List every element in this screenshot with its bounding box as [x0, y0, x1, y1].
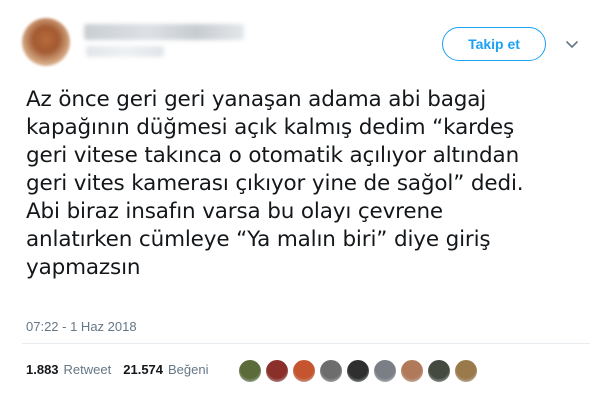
retweet-label: Retweet [63, 362, 112, 377]
divider [22, 343, 590, 344]
like-count: 21.574 [123, 362, 164, 377]
liker-avatar[interactable] [292, 359, 316, 383]
tweet-text-line: anlatırken cümleye “Ya malın biri” diye … [26, 227, 491, 252]
liker-avatar[interactable] [346, 359, 370, 383]
follow-button[interactable]: Takip et [442, 27, 546, 61]
tweet-text-line: Abi biraz insafın varsa bu olayı çevrene [26, 199, 444, 224]
liker-avatar[interactable] [238, 359, 262, 383]
tweet-text-line: Az önce geri geri yanaşan adama abi baga… [26, 87, 487, 112]
liker-avatar[interactable] [427, 359, 451, 383]
display-name-blurred[interactable] [84, 24, 244, 40]
more-options-chevron[interactable] [562, 38, 582, 52]
chevron-down-icon [566, 41, 578, 48]
like-label: Beğeni [168, 362, 209, 377]
tweet-text-line: geri vitese takınca o otomatik açılıyor … [26, 143, 520, 168]
liker-avatar[interactable] [400, 359, 424, 383]
timestamp[interactable]: 07:22 - 1 Haz 2018 [26, 319, 137, 334]
retweet-count: 1.883 [26, 362, 59, 377]
tweet-text-line: yapmazsın [26, 255, 141, 280]
liker-avatar[interactable] [454, 359, 478, 383]
liker-avatar[interactable] [373, 359, 397, 383]
username-blurred[interactable] [86, 46, 164, 57]
tweet-text-line: geri vites kamerası çıkıyor yine de sağo… [26, 171, 524, 196]
liker-avatar[interactable] [319, 359, 343, 383]
engagement-stats: 1.883 Retweet 21.574 Beğeni [26, 362, 209, 377]
retweet-stat[interactable]: 1.883 Retweet [26, 362, 111, 377]
tweet-text-line: kapağının düğmesi açık kalmış dedim “kar… [26, 115, 515, 140]
like-stat[interactable]: 21.574 Beğeni [123, 362, 208, 377]
avatar[interactable] [22, 18, 70, 66]
liker-avatar[interactable] [265, 359, 289, 383]
liker-avatars [238, 358, 481, 384]
tweet-card: Takip et Az önce geri geri yanaşan adama… [0, 0, 600, 402]
tweet-text: Az önce geri geri yanaşan adama abi baga… [26, 86, 586, 282]
